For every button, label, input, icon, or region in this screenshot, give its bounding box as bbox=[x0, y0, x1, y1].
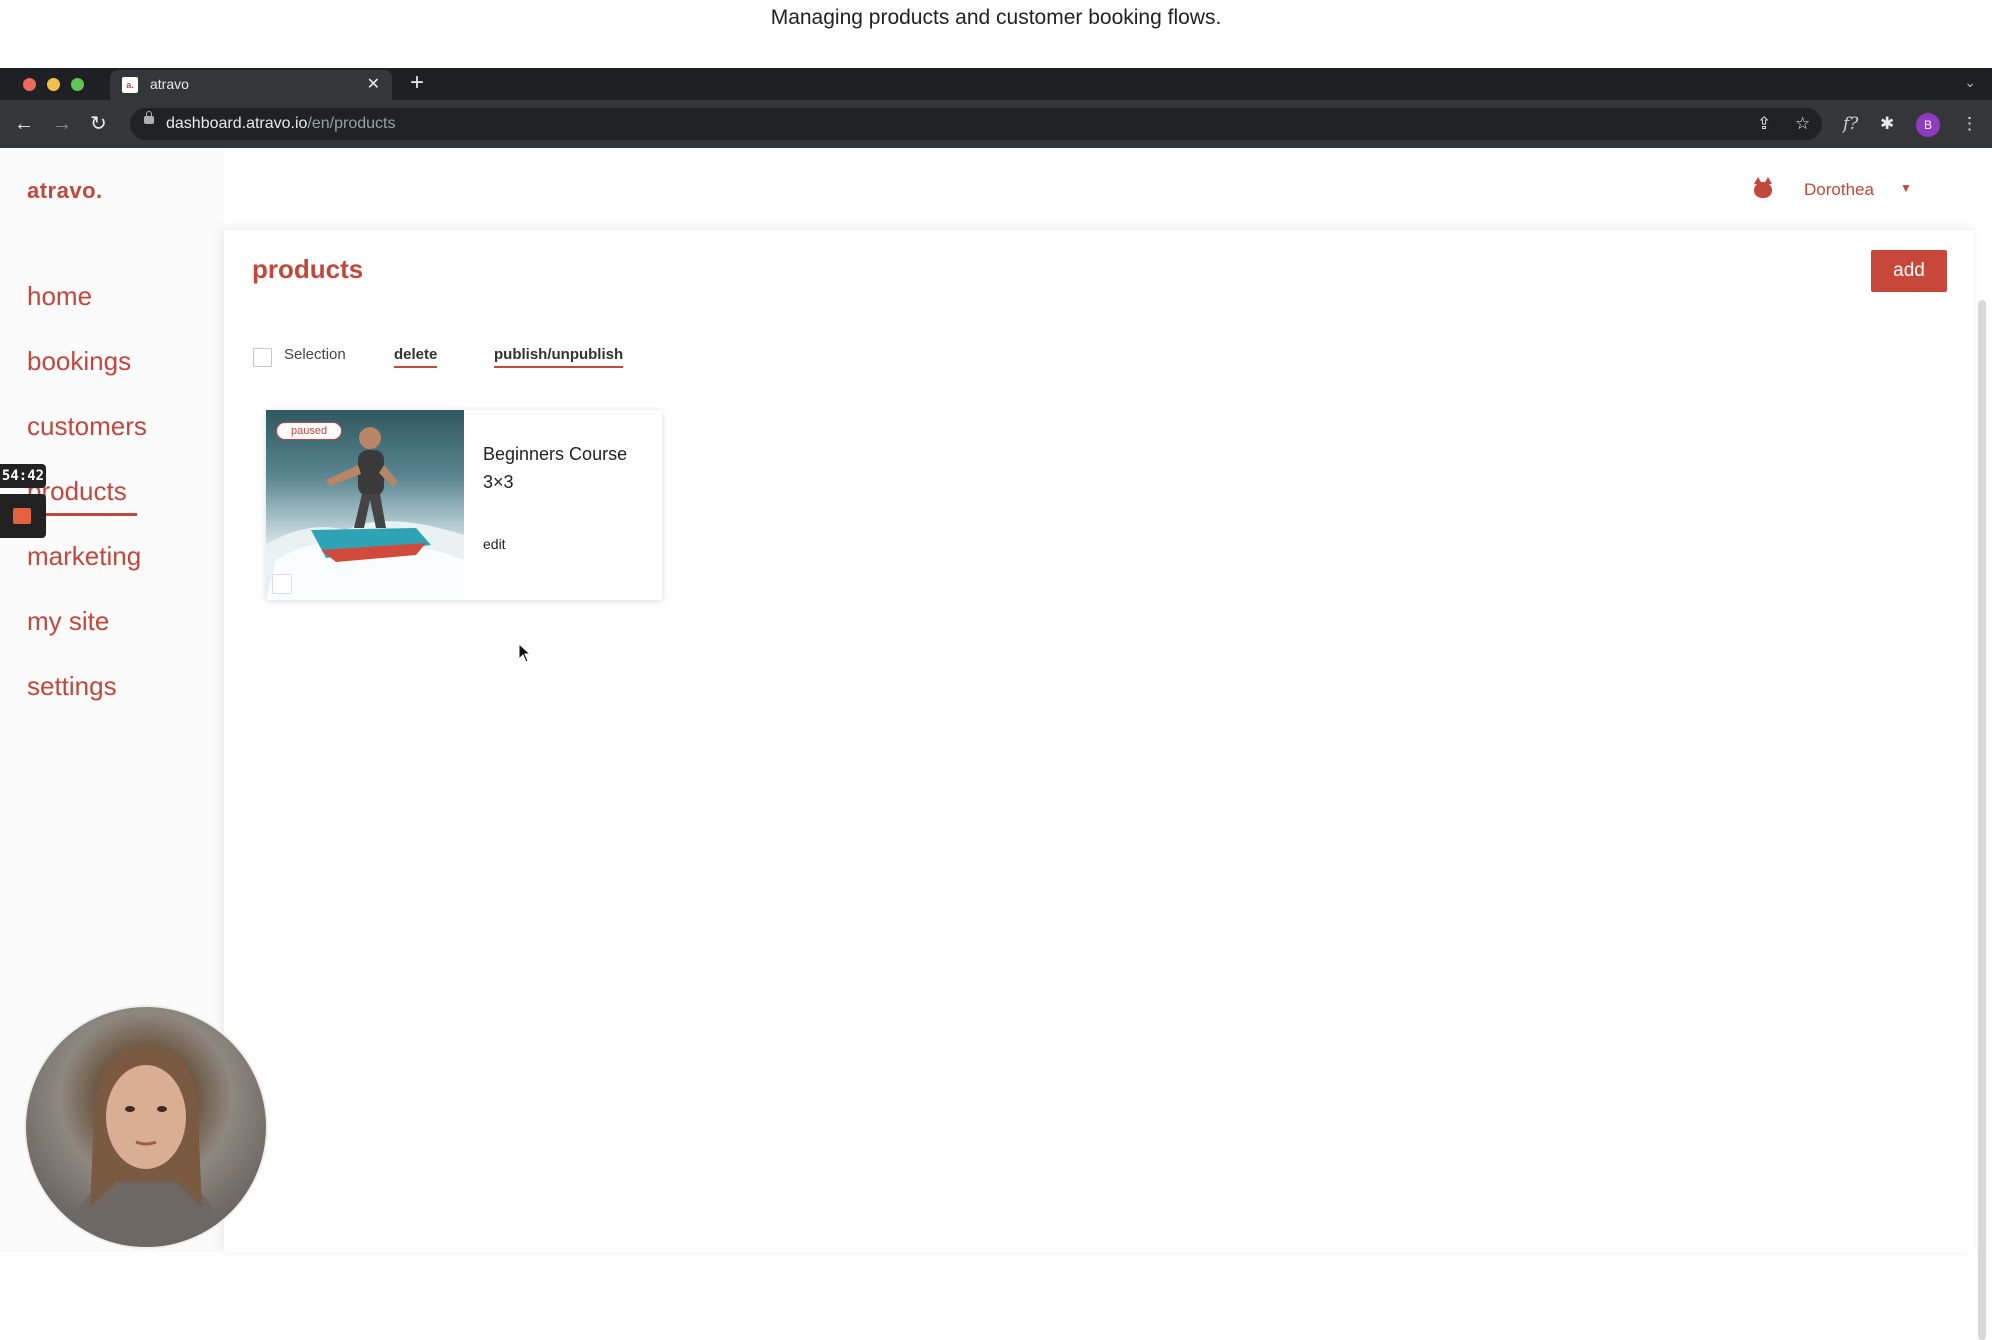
share-icon[interactable]: ⇪ bbox=[1757, 112, 1771, 136]
app-root: atravo. Dorothea ▼ home bookings custome… bbox=[0, 148, 1992, 1340]
page-scrollbar[interactable] bbox=[1978, 300, 1986, 1340]
publish-unpublish-link[interactable]: publish/unpublish bbox=[494, 346, 624, 368]
select-all-checkbox[interactable] bbox=[253, 348, 272, 367]
browser-tab-bar: a. atravo ✕ + ⌄ bbox=[0, 68, 1992, 100]
forward-icon[interactable]: → bbox=[52, 112, 72, 136]
profile-avatar[interactable]: B bbox=[1916, 113, 1940, 137]
video-caption: Managing products and customer booking f… bbox=[0, 0, 1992, 68]
new-tab-icon[interactable]: + bbox=[410, 69, 424, 97]
browser-tab[interactable]: a. atravo ✕ bbox=[110, 70, 392, 100]
reload-icon[interactable]: ↻ bbox=[90, 112, 107, 136]
mouse-cursor-icon bbox=[518, 643, 532, 663]
page-title: products bbox=[252, 254, 364, 284]
product-title: Beginners Course 3×3 bbox=[483, 444, 628, 492]
url-domain: dashboard.atravo.io bbox=[166, 115, 308, 132]
sidebar-item-customers[interactable]: customers bbox=[27, 408, 147, 473]
selection-label: Selection bbox=[284, 346, 346, 363]
sidebar-item-bookings[interactable]: bookings bbox=[27, 343, 147, 408]
address-bar[interactable]: dashboard.atravo.io/en/products bbox=[130, 108, 1822, 140]
minimize-window-dot[interactable] bbox=[47, 78, 60, 91]
tab-close-icon[interactable]: ✕ bbox=[367, 74, 380, 94]
back-icon[interactable]: ← bbox=[14, 112, 34, 136]
add-button[interactable]: add bbox=[1871, 250, 1947, 292]
maximize-window-dot[interactable] bbox=[71, 78, 84, 91]
delete-link[interactable]: delete bbox=[394, 346, 438, 368]
main-panel: products add Selection delete publish/un… bbox=[224, 230, 1974, 1252]
sidebar-item-settings[interactable]: settings bbox=[27, 668, 147, 733]
favicon-icon: a. bbox=[122, 77, 138, 93]
close-window-dot[interactable] bbox=[23, 78, 36, 91]
logo[interactable]: atravo. bbox=[27, 178, 103, 204]
extensions-icon[interactable]: ✱ bbox=[1880, 112, 1894, 136]
webcam-overlay bbox=[24, 1005, 268, 1249]
sidebar-item-my-site[interactable]: my site bbox=[27, 603, 147, 668]
star-icon[interactable]: ☆ bbox=[1795, 112, 1810, 136]
presenter-video bbox=[66, 1045, 226, 1247]
menu-icon[interactable]: ⋮ bbox=[1961, 112, 1978, 136]
recording-timer: 54:42 bbox=[0, 464, 46, 488]
user-name: Dorothea bbox=[1804, 180, 1874, 199]
stop-icon bbox=[13, 508, 31, 524]
sidebar-item-home[interactable]: home bbox=[27, 278, 147, 343]
cat-avatar-icon bbox=[1754, 177, 1772, 198]
function-icon[interactable]: f? bbox=[1843, 112, 1858, 136]
tab-search-chevron-icon[interactable]: ⌄ bbox=[1964, 74, 1976, 91]
lock-icon[interactable] bbox=[144, 111, 154, 124]
browser-toolbar: ← → ↻ dashboard.atravo.io/en/products ⇪ … bbox=[0, 100, 1992, 148]
sidebar-item-marketing[interactable]: marketing bbox=[27, 538, 147, 603]
status-badge: paused bbox=[276, 422, 343, 440]
stop-recording-button[interactable] bbox=[0, 494, 46, 538]
url-path: /en/products bbox=[307, 115, 396, 132]
product-edit-link[interactable]: edit bbox=[483, 536, 506, 552]
product-image: paused bbox=[266, 410, 464, 600]
product-card[interactable]: paused Beginners Course 3×3 edit bbox=[266, 410, 662, 600]
tab-title: atravo bbox=[150, 76, 189, 92]
product-checkbox[interactable] bbox=[272, 574, 292, 594]
url-text[interactable]: dashboard.atravo.io/en/products bbox=[166, 115, 396, 133]
chevron-down-icon: ▼ bbox=[1900, 181, 1912, 195]
